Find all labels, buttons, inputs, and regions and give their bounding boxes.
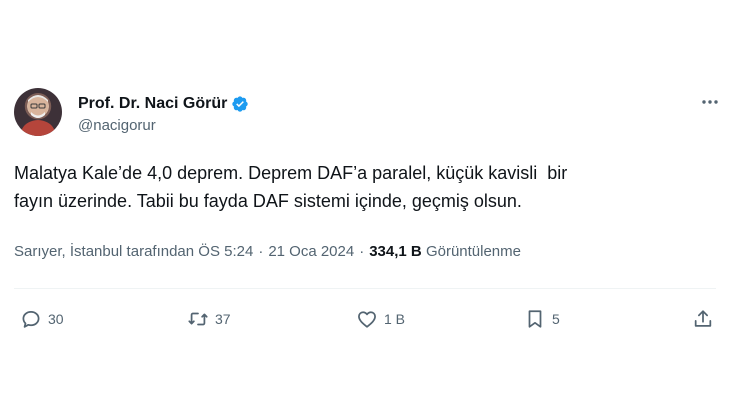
- verified-badge-icon[interactable]: [231, 95, 249, 113]
- reply-icon: [22, 310, 40, 328]
- reply-button[interactable]: 30: [20, 302, 64, 336]
- avatar[interactable]: [14, 88, 62, 136]
- divider: [14, 288, 716, 289]
- tweet-date[interactable]: 21 Oca 2024: [268, 243, 354, 260]
- like-count: 1 B: [384, 311, 406, 327]
- tweet-card: Prof. Dr. Naci Görür @nacigorur Malatya …: [0, 0, 730, 420]
- more-options-icon[interactable]: [700, 92, 720, 112]
- tweet-text: Malatya Kale’de 4,0 deprem. Deprem DAF’a…: [14, 159, 704, 215]
- retweet-count: 37: [215, 311, 231, 327]
- bookmark-count: 5: [552, 311, 560, 327]
- author-handle[interactable]: @nacigorur: [78, 117, 249, 134]
- tweet-text-line: fayın üzerinde. Tabii bu fayda DAF siste…: [14, 191, 522, 211]
- action-bar: 30 37 1 B 5: [14, 302, 720, 336]
- views-label: Görüntülenme: [425, 243, 521, 260]
- tweet-meta: Sarıyer, İstanbul tarafından ÖS 5:24 · 21 …: [14, 243, 714, 260]
- reply-count: 30: [48, 311, 64, 327]
- meta-separator: ·: [359, 243, 365, 260]
- author-block: Prof. Dr. Naci Görür @nacigorur: [78, 93, 249, 134]
- bookmark-icon: [528, 310, 542, 328]
- like-button[interactable]: 1 B: [356, 302, 405, 336]
- tweet-header: Prof. Dr. Naci Görür @nacigorur: [14, 88, 722, 144]
- share-button[interactable]: [692, 302, 714, 336]
- display-name[interactable]: Prof. Dr. Naci Görür: [78, 95, 227, 113]
- bookmark-button[interactable]: 5: [524, 302, 560, 336]
- display-name-row: Prof. Dr. Naci Görür: [78, 93, 249, 115]
- views-count: 334,1 B: [369, 243, 422, 260]
- meta-separator: ·: [258, 243, 264, 260]
- tweet-text-line: Malatya Kale’de 4,0 deprem. Deprem DAF’a…: [14, 163, 568, 183]
- heart-icon: [358, 311, 376, 328]
- retweet-icon: [188, 312, 208, 326]
- avatar-portrait-icon: [20, 95, 56, 136]
- share-icon: [694, 310, 712, 327]
- retweet-button[interactable]: 37: [187, 302, 231, 336]
- location-time[interactable]: Sarıyer, İstanbul tarafından ÖS 5:24: [14, 243, 253, 260]
